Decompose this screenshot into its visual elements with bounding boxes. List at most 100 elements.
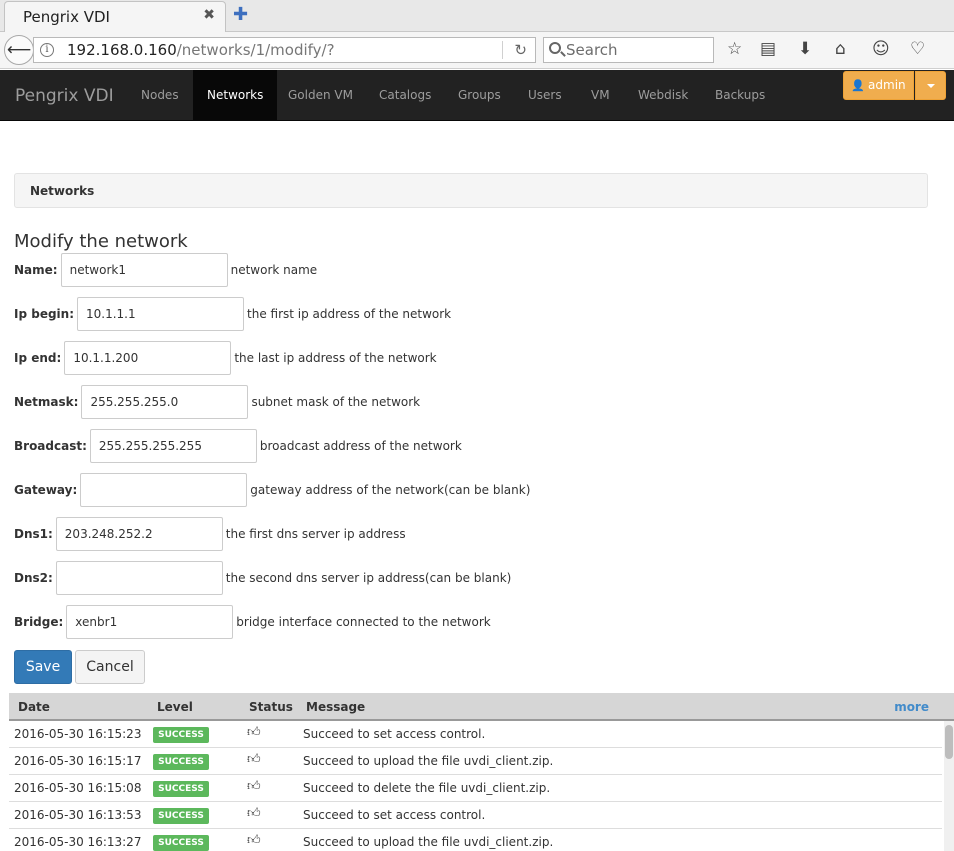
admin-button[interactable]: 👤 admin (843, 71, 914, 100)
table-row: 2016-05-30 16:13:53 SUCCESS 👍︎ Succeed t… (9, 802, 942, 829)
log-date: 2016-05-30 16:15:23 (14, 727, 142, 741)
browser-tab-bar: Pengrix VDI ✖ ✚ (0, 0, 954, 32)
log-date: 2016-05-30 16:15:17 (14, 754, 142, 768)
log-message: Succeed to set access control. (303, 727, 486, 741)
field-help: the last ip address of the network (234, 351, 437, 365)
admin-label: admin (868, 78, 906, 92)
cancel-button[interactable]: Cancel (75, 650, 145, 684)
dns2-input[interactable] (55, 561, 223, 595)
thumbs-up-icon: 👍︎ (247, 779, 261, 794)
nav-item-vm[interactable]: VM (577, 70, 624, 121)
table-row: 2016-05-30 16:15:23 SUCCESS 👍︎ Succeed t… (9, 721, 942, 748)
status-badge: SUCCESS (153, 727, 209, 743)
smiley-icon[interactable]: ☺ (872, 39, 890, 59)
url-bar[interactable]: i 192.168.0.160/networks/1/modify/? ↻ (33, 37, 536, 63)
field-help: the first ip address of the network (247, 307, 452, 321)
form-row-dns1: Dns1: the first dns server ip address (14, 517, 406, 551)
page-title: Modify the network (14, 231, 188, 252)
table-row: 2016-05-30 16:15:08 SUCCESS 👍︎ Succeed t… (9, 775, 942, 802)
field-label: Netmask: (14, 395, 79, 409)
field-label: Ip begin: (14, 307, 75, 321)
user-icon: 👤 (851, 79, 866, 92)
log-date: 2016-05-30 16:15:08 (14, 781, 142, 795)
nav-item-golden-vm[interactable]: Golden VM (274, 70, 367, 121)
admin-dropdown-toggle[interactable] (915, 71, 946, 100)
log-date: 2016-05-30 16:13:53 (14, 808, 142, 822)
form-row-gateway: Gateway: gateway address of the network(… (14, 473, 530, 507)
search-input[interactable] (566, 39, 711, 61)
breadcrumb-current: Networks (30, 184, 95, 198)
log-message: Succeed to delete the file uvdi_client.z… (303, 781, 551, 795)
column-header-message: Message (306, 700, 366, 714)
nav-item-users[interactable]: Users (514, 70, 576, 121)
log-table: Date Level Status Message more 2016-05-3… (9, 693, 954, 851)
save-button[interactable]: Save (14, 650, 72, 684)
url-text[interactable]: 192.168.0.160/networks/1/modify/? (67, 41, 335, 59)
form-row-netmask: Netmask: subnet mask of the network (14, 385, 420, 419)
field-label: Gateway: (14, 483, 78, 497)
form-row-bridge: Bridge: bridge interface connected to th… (14, 605, 491, 639)
ip-end-input[interactable] (64, 341, 232, 375)
field-label: Bridge: (14, 615, 64, 629)
url-divider (502, 41, 503, 59)
breadcrumb: Networks (14, 173, 928, 208)
thumbs-up-icon: 👍︎ (247, 752, 261, 767)
field-help: gateway address of the network(can be bl… (250, 483, 531, 497)
back-arrow-icon[interactable]: ⟵ (4, 35, 34, 65)
field-help: bridge interface connected to the networ… (236, 615, 491, 629)
table-row: 2016-05-30 16:15:17 SUCCESS 👍︎ Succeed t… (9, 748, 942, 775)
log-message: Succeed to upload the file uvdi_client.z… (303, 835, 554, 849)
field-help: the first dns server ip address (225, 527, 406, 541)
field-label: Dns2: (14, 571, 53, 585)
broadcast-input[interactable] (89, 429, 257, 463)
reading-list-icon[interactable]: ▤ (760, 39, 776, 59)
column-header-status: Status (249, 700, 293, 714)
home-icon[interactable]: ⌂ (835, 39, 846, 59)
more-link[interactable]: more (894, 700, 929, 714)
field-label: Broadcast: (14, 439, 87, 453)
gateway-input[interactable] (80, 473, 248, 507)
app-navbar: Pengrix VDI Nodes Networks Golden VM Cat… (0, 70, 954, 121)
field-help: network name (230, 263, 318, 277)
log-table-header: Date Level Status Message more (9, 693, 954, 721)
new-tab-icon[interactable]: ✚ (233, 4, 248, 25)
netmask-input[interactable] (81, 385, 249, 419)
scrollbar-thumb[interactable] (945, 725, 953, 759)
nav-item-nodes[interactable]: Nodes (127, 70, 193, 121)
brand-logo[interactable]: Pengrix VDI (15, 86, 114, 106)
bridge-input[interactable] (66, 605, 234, 639)
close-icon[interactable]: ✖ (203, 7, 215, 23)
download-icon[interactable]: ⬇ (798, 39, 812, 59)
search-box[interactable] (543, 37, 714, 63)
thumbs-up-icon: 👍︎ (247, 833, 261, 848)
log-date: 2016-05-30 16:13:27 (14, 835, 142, 849)
field-help: subnet mask of the network (251, 395, 421, 409)
browser-tab[interactable]: Pengrix VDI ✖ (4, 1, 226, 32)
nav-item-webdisk[interactable]: Webdisk (624, 70, 702, 121)
pocket-icon[interactable]: ♡ (910, 39, 925, 59)
log-scrollbar[interactable] (944, 721, 954, 851)
name-input[interactable] (60, 253, 228, 287)
field-label: Name: (14, 263, 58, 277)
thumbs-up-icon: 👍︎ (247, 806, 261, 821)
info-icon[interactable]: i (40, 43, 54, 57)
nav-item-backups[interactable]: Backups (701, 70, 779, 121)
form-row-ip-begin: Ip begin: the first ip address of the ne… (14, 297, 451, 331)
field-label: Ip end: (14, 351, 62, 365)
table-row: 2016-05-30 16:13:27 SUCCESS 👍︎ Succeed t… (9, 829, 942, 851)
thumbs-up-icon: 👍︎ (247, 725, 261, 740)
status-badge: SUCCESS (153, 808, 209, 824)
column-header-level: Level (157, 700, 193, 714)
nav-item-catalogs[interactable]: Catalogs (365, 70, 445, 121)
dns1-input[interactable] (55, 517, 223, 551)
nav-item-groups[interactable]: Groups (444, 70, 515, 121)
bookmark-star-icon[interactable]: ☆ (727, 39, 742, 59)
field-help: broadcast address of the network (259, 439, 462, 453)
nav-item-networks[interactable]: Networks (193, 70, 278, 121)
field-label: Dns1: (14, 527, 53, 541)
form-row-dns2: Dns2: the second dns server ip address(c… (14, 561, 511, 595)
status-badge: SUCCESS (153, 835, 209, 851)
ip-begin-input[interactable] (77, 297, 245, 331)
form-row-name: Name: network name (14, 253, 317, 287)
reload-icon[interactable]: ↻ (514, 41, 527, 59)
